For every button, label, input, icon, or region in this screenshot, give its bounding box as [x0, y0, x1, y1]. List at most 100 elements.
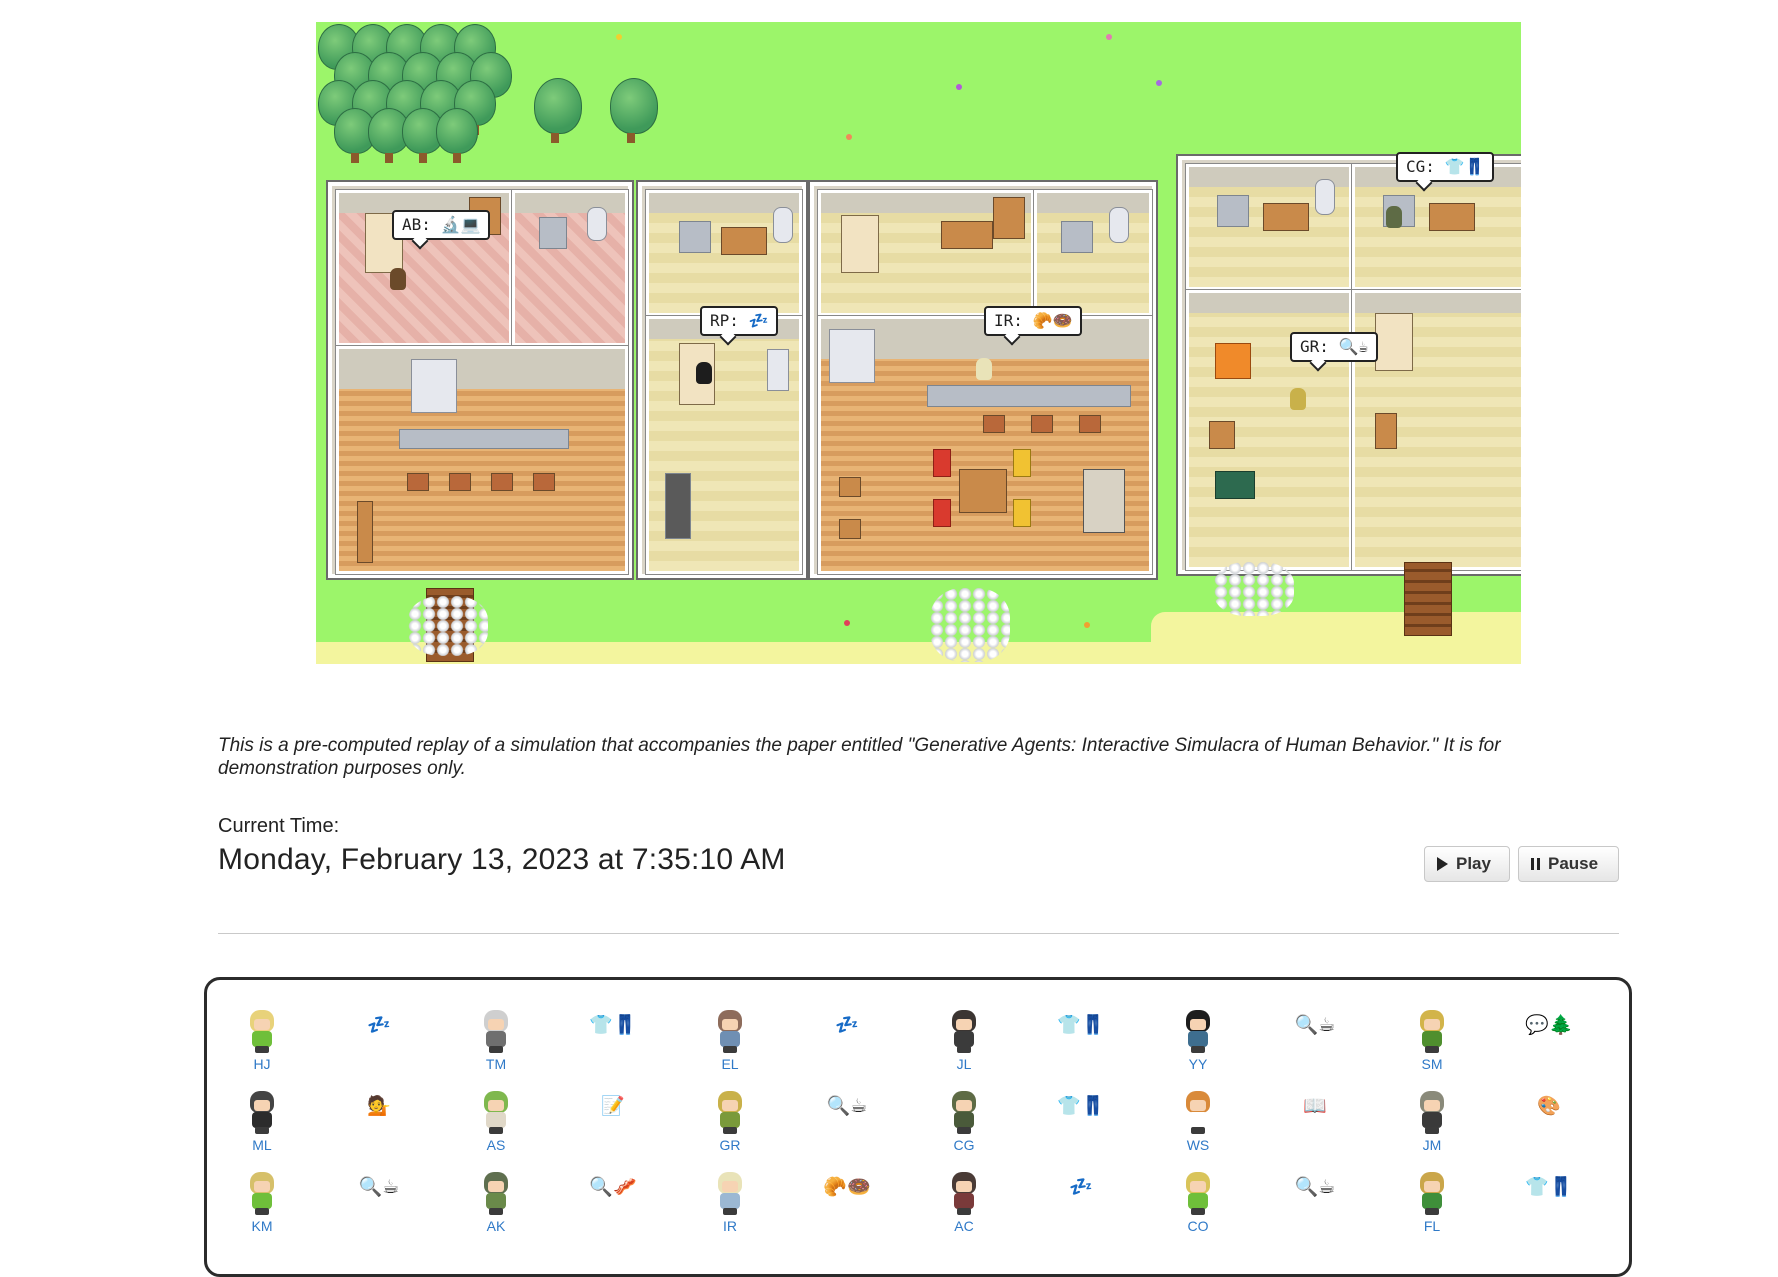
bubble-IR: IR: 🥐🍩	[984, 306, 1083, 336]
agent-activity-emoji: 🎨	[1537, 1096, 1561, 1117]
dorm-room-2	[1352, 290, 1521, 570]
bathroom-2	[646, 190, 802, 316]
agent-initials[interactable]: JL	[924, 1056, 1004, 1072]
flower	[846, 134, 852, 140]
agent-card[interactable]: WS	[1158, 1091, 1238, 1153]
flower	[616, 34, 622, 40]
agent-avatar	[713, 1091, 747, 1135]
kitchen	[336, 346, 628, 574]
agent-initials[interactable]: AS	[456, 1137, 536, 1153]
agent-avatar	[479, 1091, 513, 1135]
agent-activity-emoji: 👕👖	[1057, 1096, 1105, 1117]
agent-initials[interactable]: AC	[924, 1218, 1004, 1234]
agent-avatar	[1181, 1010, 1215, 1054]
bathroom	[512, 190, 628, 346]
divider	[218, 933, 1619, 934]
agent-initials[interactable]: FL	[1392, 1218, 1472, 1234]
agent-activity-emoji: 👕👖	[1057, 1015, 1105, 1036]
agent-activity-emoji: 🔍☕	[1294, 1177, 1336, 1198]
agent-card[interactable]: AC	[924, 1172, 1004, 1234]
house-1	[328, 182, 632, 578]
stone-path	[408, 596, 488, 656]
agent-activity-emoji: 🥐🍩	[823, 1177, 871, 1198]
play-button[interactable]: Play	[1424, 846, 1510, 882]
agent-card[interactable]: SM	[1392, 1010, 1472, 1072]
cafe-bathroom	[1034, 190, 1152, 316]
agent-card[interactable]: CO	[1158, 1172, 1238, 1234]
flower	[1084, 622, 1090, 628]
agent-sprite-RP[interactable]	[696, 362, 712, 384]
agent-initials[interactable]: YY	[1158, 1056, 1238, 1072]
current-time-value: Monday, February 13, 2023 at 7:35:10 AM	[218, 843, 786, 876]
agent-card[interactable]: JL	[924, 1010, 1004, 1072]
agent-activity-emoji: 💤	[1069, 1177, 1093, 1198]
bedroom-2	[646, 316, 802, 574]
agent-sprite-AB[interactable]	[390, 268, 406, 290]
agent-card[interactable]: HJ	[222, 1010, 302, 1072]
agent-initials[interactable]: EL	[690, 1056, 770, 1072]
agent-card[interactable]: KM	[222, 1172, 302, 1234]
agent-avatar	[947, 1010, 981, 1054]
agent-initials[interactable]: WS	[1158, 1137, 1238, 1153]
agent-avatar	[245, 1172, 279, 1216]
agent-initials[interactable]: KM	[222, 1218, 302, 1234]
stairs-dorm	[1404, 562, 1452, 636]
game-map[interactable]: AB: 🔬💻 RP: 💤 IR: 🥐🍩 CG: 👕👖 GR: 🔍☕	[316, 22, 1521, 664]
pause-icon	[1531, 858, 1540, 870]
play-icon	[1437, 857, 1448, 871]
agent-card[interactable]: JM	[1392, 1091, 1472, 1153]
agent-sprite-CG[interactable]	[1386, 206, 1402, 228]
agent-activity-emoji: 🔍☕	[1294, 1015, 1336, 1036]
agent-activity-emoji: 📝	[601, 1096, 625, 1117]
dorm	[1178, 156, 1521, 574]
pause-label: Pause	[1548, 854, 1599, 873]
agent-card[interactable]: EL	[690, 1010, 770, 1072]
agent-card[interactable]: YY	[1158, 1010, 1238, 1072]
agent-initials[interactable]: JM	[1392, 1137, 1472, 1153]
agent-card[interactable]: TM	[456, 1010, 536, 1072]
agent-avatar	[713, 1172, 747, 1216]
agent-initials[interactable]: CG	[924, 1137, 1004, 1153]
bubble-CG: CG: 👕👖	[1396, 152, 1495, 182]
agent-card[interactable]: AS	[456, 1091, 536, 1153]
bubble-GR: GR: 🔍☕	[1290, 332, 1379, 362]
dorm-bath-1	[1186, 164, 1352, 290]
agent-sprite-GR[interactable]	[1290, 388, 1306, 410]
agent-activity-emoji: 📖	[1303, 1096, 1327, 1117]
agent-initials[interactable]: HJ	[222, 1056, 302, 1072]
agent-activity-emoji: 💤	[835, 1015, 859, 1036]
bubble-RP: RP: 💤	[700, 306, 779, 336]
stone-path	[930, 588, 1010, 662]
agent-activity-emoji: 🔍☕	[826, 1096, 868, 1117]
agent-card[interactable]: FL	[1392, 1172, 1472, 1234]
agent-avatar	[1181, 1091, 1215, 1135]
agent-card[interactable]: AK	[456, 1172, 536, 1234]
agent-initials[interactable]: TM	[456, 1056, 536, 1072]
agent-activity-emoji: 💁	[367, 1096, 391, 1117]
agent-card[interactable]: GR	[690, 1091, 770, 1153]
agent-sprite-IR[interactable]	[976, 358, 992, 380]
pause-button[interactable]: Pause	[1518, 846, 1619, 882]
cafe	[810, 182, 1156, 578]
agent-avatar	[479, 1172, 513, 1216]
agent-initials[interactable]: AK	[456, 1218, 536, 1234]
agent-initials[interactable]: ML	[222, 1137, 302, 1153]
dorm-bath-2	[1352, 164, 1521, 290]
agent-avatar	[245, 1010, 279, 1054]
agent-activity-emoji: 💬🌲	[1525, 1015, 1573, 1036]
agent-card[interactable]: IR	[690, 1172, 770, 1234]
agent-activity-emoji: 🔍🥓	[589, 1177, 637, 1198]
agent-activity-emoji: 🔍☕	[358, 1177, 400, 1198]
agent-avatar	[1181, 1172, 1215, 1216]
agent-avatar	[1415, 1091, 1449, 1135]
agent-activity-emoji: 👕👖	[1525, 1177, 1573, 1198]
agent-initials[interactable]: IR	[690, 1218, 770, 1234]
agent-avatar	[947, 1172, 981, 1216]
agent-initials[interactable]: CO	[1158, 1218, 1238, 1234]
play-label: Play	[1456, 854, 1491, 873]
agent-card[interactable]: CG	[924, 1091, 1004, 1153]
agent-card[interactable]: ML	[222, 1091, 302, 1153]
flower	[1106, 34, 1112, 40]
agent-initials[interactable]: GR	[690, 1137, 770, 1153]
agent-initials[interactable]: SM	[1392, 1056, 1472, 1072]
